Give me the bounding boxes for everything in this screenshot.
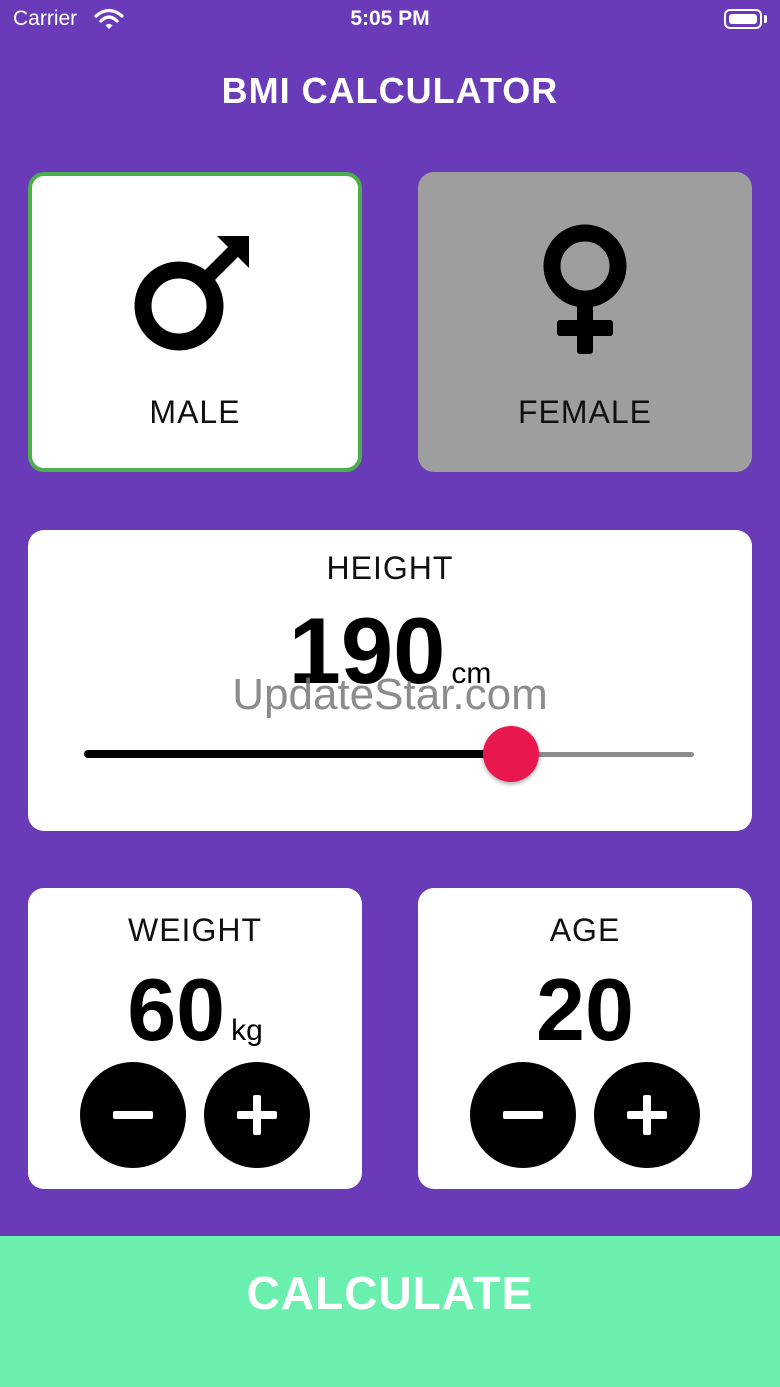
female-card[interactable]: FEMALE	[418, 172, 752, 472]
height-slider[interactable]	[84, 726, 694, 782]
age-card: AGE 20	[418, 888, 752, 1189]
weight-increment-button[interactable]	[204, 1062, 310, 1168]
height-label: HEIGHT	[326, 550, 454, 586]
weight-label: WEIGHT	[128, 912, 262, 948]
weight-card: WEIGHT 60 kg	[28, 888, 362, 1189]
weight-decrement-button[interactable]	[80, 1062, 186, 1168]
battery-cap	[764, 15, 767, 23]
female-label: FEMALE	[517, 394, 653, 430]
slider-thumb[interactable]	[483, 726, 539, 782]
plus-icon	[627, 1095, 667, 1135]
weight-unit: kg	[231, 1014, 263, 1047]
slider-active-track	[84, 750, 511, 758]
battery-icon	[724, 9, 762, 29]
status-bar: Carrier 5:05 PM	[0, 0, 780, 40]
app-title: BMI CALCULATOR	[221, 70, 559, 111]
clock-time: 5:05 PM	[350, 7, 430, 30]
male-label: MALE	[149, 394, 241, 430]
minus-icon	[503, 1111, 543, 1119]
age-value: 20	[536, 960, 634, 1059]
calculate-button[interactable]: CALCULATE	[0, 1236, 780, 1387]
weight-value-row: 60 kg	[28, 966, 362, 1054]
minus-icon	[113, 1111, 153, 1119]
male-icon	[133, 230, 257, 359]
height-card: HEIGHT 190 cm UpdateStar.com	[28, 530, 752, 831]
watermark: UpdateStar.com	[232, 670, 548, 719]
age-increment-button[interactable]	[594, 1062, 700, 1168]
weight-value: 60	[127, 960, 226, 1059]
female-icon	[535, 218, 635, 363]
calculate-label: CALCULATE	[246, 1267, 534, 1319]
age-decrement-button[interactable]	[470, 1062, 576, 1168]
age-label: AGE	[549, 912, 621, 948]
male-card[interactable]: MALE	[28, 172, 362, 472]
plus-icon	[237, 1095, 277, 1135]
age-value-row: 20	[418, 966, 752, 1054]
